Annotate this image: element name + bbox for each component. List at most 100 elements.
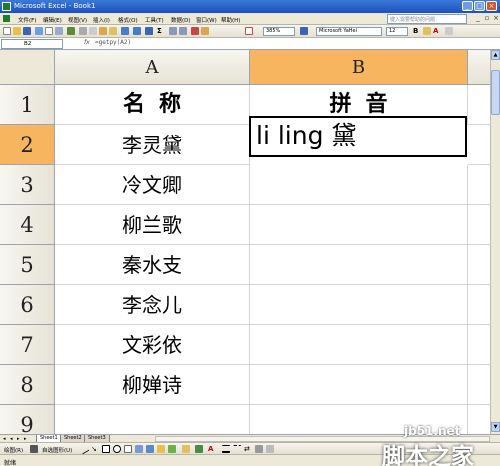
row-header-4[interactable]: 4 [0, 205, 55, 245]
menu-tools[interactable]: 工具(T) [145, 16, 164, 24]
cell-b8[interactable] [250, 365, 468, 405]
diagram-icon[interactable] [146, 445, 154, 453]
clipart-icon[interactable] [157, 445, 165, 453]
close-icon[interactable]: × [486, 1, 497, 11]
formula-input[interactable]: =getpy(A2) [95, 39, 131, 46]
cell-c4[interactable] [468, 205, 490, 245]
cell-b4[interactable] [250, 205, 468, 245]
hyperlink-icon[interactable] [145, 27, 153, 35]
autosum-icon[interactable]: Σ [157, 27, 165, 35]
cell-c9[interactable] [468, 405, 490, 434]
cell-b6[interactable] [250, 285, 468, 325]
draw-fill-color-icon[interactable] [182, 445, 190, 453]
cell-a4[interactable]: 柳兰歌 [55, 205, 250, 245]
font-size-combo[interactable]: 12 [386, 27, 408, 36]
redo-icon[interactable] [133, 27, 141, 35]
menu-window[interactable]: 窗口(W) [196, 16, 217, 24]
cell-a8[interactable]: 柳婵诗 [55, 365, 250, 405]
doc-close-icon[interactable]: × [492, 15, 500, 23]
drawing-icon[interactable] [201, 27, 209, 35]
font-color-icon[interactable]: A [433, 27, 441, 35]
column-header-b[interactable]: B [250, 50, 468, 85]
menu-insert[interactable]: 插入(I) [93, 16, 110, 24]
row-header-3[interactable]: 3 [0, 165, 55, 205]
row-header-5[interactable]: 5 [0, 245, 55, 285]
cell-c1[interactable] [468, 85, 490, 125]
cell-c7[interactable] [468, 325, 490, 365]
copy-icon[interactable] [89, 27, 97, 35]
cell-b7[interactable] [250, 325, 468, 365]
print-icon[interactable] [45, 27, 53, 35]
sort-descending-icon[interactable] [179, 27, 187, 35]
cell-a3[interactable]: 冷文卿 [55, 165, 250, 205]
menu-view[interactable]: 视图(V) [68, 16, 87, 24]
scroll-up-icon[interactable]: ▲ [491, 50, 500, 60]
select-all-corner[interactable] [0, 50, 55, 85]
font-combo[interactable]: Microsoft YaHei [316, 27, 382, 36]
picture-icon[interactable] [168, 445, 176, 453]
arrow-style-icon[interactable]: ⇄ [244, 445, 252, 453]
line-style-icon[interactable] [222, 445, 230, 453]
doc-minimize-icon[interactable]: _ [474, 15, 482, 23]
active-cell-b2[interactable]: li ling 黛 [249, 116, 467, 157]
autoshapes-menu[interactable]: 自选图形(U) [42, 446, 72, 454]
cell-c3[interactable] [468, 165, 490, 205]
sort-ascending-icon[interactable] [169, 27, 177, 35]
doc-restore-icon[interactable]: ▫ [483, 15, 491, 23]
menu-format[interactable]: 格式(O) [118, 16, 138, 24]
oval-icon[interactable] [113, 445, 121, 453]
cell-c5[interactable] [468, 245, 490, 285]
fx-icon[interactable]: fx [84, 39, 90, 46]
open-icon[interactable] [13, 27, 21, 35]
cell-a1[interactable]: 名称 [55, 85, 250, 125]
cell-c2[interactable] [468, 125, 490, 165]
paste-icon[interactable] [99, 27, 107, 35]
help-search-input[interactable]: 键入需要帮助的问题 [387, 14, 467, 24]
row-header-9[interactable]: 9 [0, 405, 55, 434]
cell-a2[interactable]: 李灵黛 [55, 125, 250, 165]
select-objects-icon[interactable] [30, 445, 38, 453]
name-box[interactable]: B2 [1, 39, 63, 49]
print-preview-icon[interactable] [55, 27, 63, 35]
column-header-a[interactable]: A [55, 50, 250, 85]
undo-icon[interactable] [121, 27, 129, 35]
format-painter-icon[interactable] [109, 27, 117, 35]
cut-icon[interactable] [79, 27, 87, 35]
wordart-icon[interactable] [135, 445, 143, 453]
cell-c6[interactable] [468, 285, 490, 325]
cell-b5[interactable] [250, 245, 468, 285]
toolbar-options-icon[interactable] [445, 27, 453, 35]
spelling-icon[interactable] [67, 27, 75, 35]
fill-color-icon[interactable] [423, 27, 431, 35]
text-box-icon[interactable] [124, 445, 132, 453]
vertical-scrollbar[interactable]: ▲ ▼ [490, 50, 500, 434]
draw-font-color-icon[interactable]: A [208, 445, 216, 453]
3d-style-icon[interactable] [266, 445, 274, 453]
menu-file[interactable]: 文件(F) [18, 16, 36, 24]
draw-menu[interactable]: 绘图(R) [4, 446, 23, 454]
row-header-2[interactable]: 2 [0, 125, 55, 165]
cell-b3[interactable] [250, 165, 468, 205]
line-icon[interactable] [78, 443, 90, 455]
cell-a7[interactable]: 文彩依 [55, 325, 250, 365]
row-header-8[interactable]: 8 [0, 365, 55, 405]
permission-icon[interactable] [35, 27, 43, 35]
menu-data[interactable]: 数据(D) [171, 16, 191, 24]
help-icon[interactable] [300, 27, 308, 35]
row-header-6[interactable]: 6 [0, 285, 55, 325]
bold-icon[interactable]: B [413, 27, 421, 35]
menu-help[interactable]: 帮助(H) [221, 16, 240, 24]
cell-a9[interactable] [55, 405, 250, 434]
scroll-down-icon[interactable]: ▼ [491, 422, 500, 432]
arrow-icon[interactable]: ↘ [91, 445, 99, 453]
rectangle-icon[interactable] [102, 445, 110, 453]
zoom-combo[interactable]: 385% [263, 27, 295, 36]
line-color-icon[interactable] [195, 445, 203, 453]
new-icon[interactable] [3, 27, 11, 35]
menu-edit[interactable]: 编辑(E) [43, 16, 62, 24]
save-icon[interactable] [23, 27, 31, 35]
row-header-7[interactable]: 7 [0, 325, 55, 365]
zoom-icon[interactable] [245, 27, 253, 35]
row-header-1[interactable]: 1 [0, 85, 55, 125]
vertical-scroll-thumb[interactable] [491, 70, 500, 115]
